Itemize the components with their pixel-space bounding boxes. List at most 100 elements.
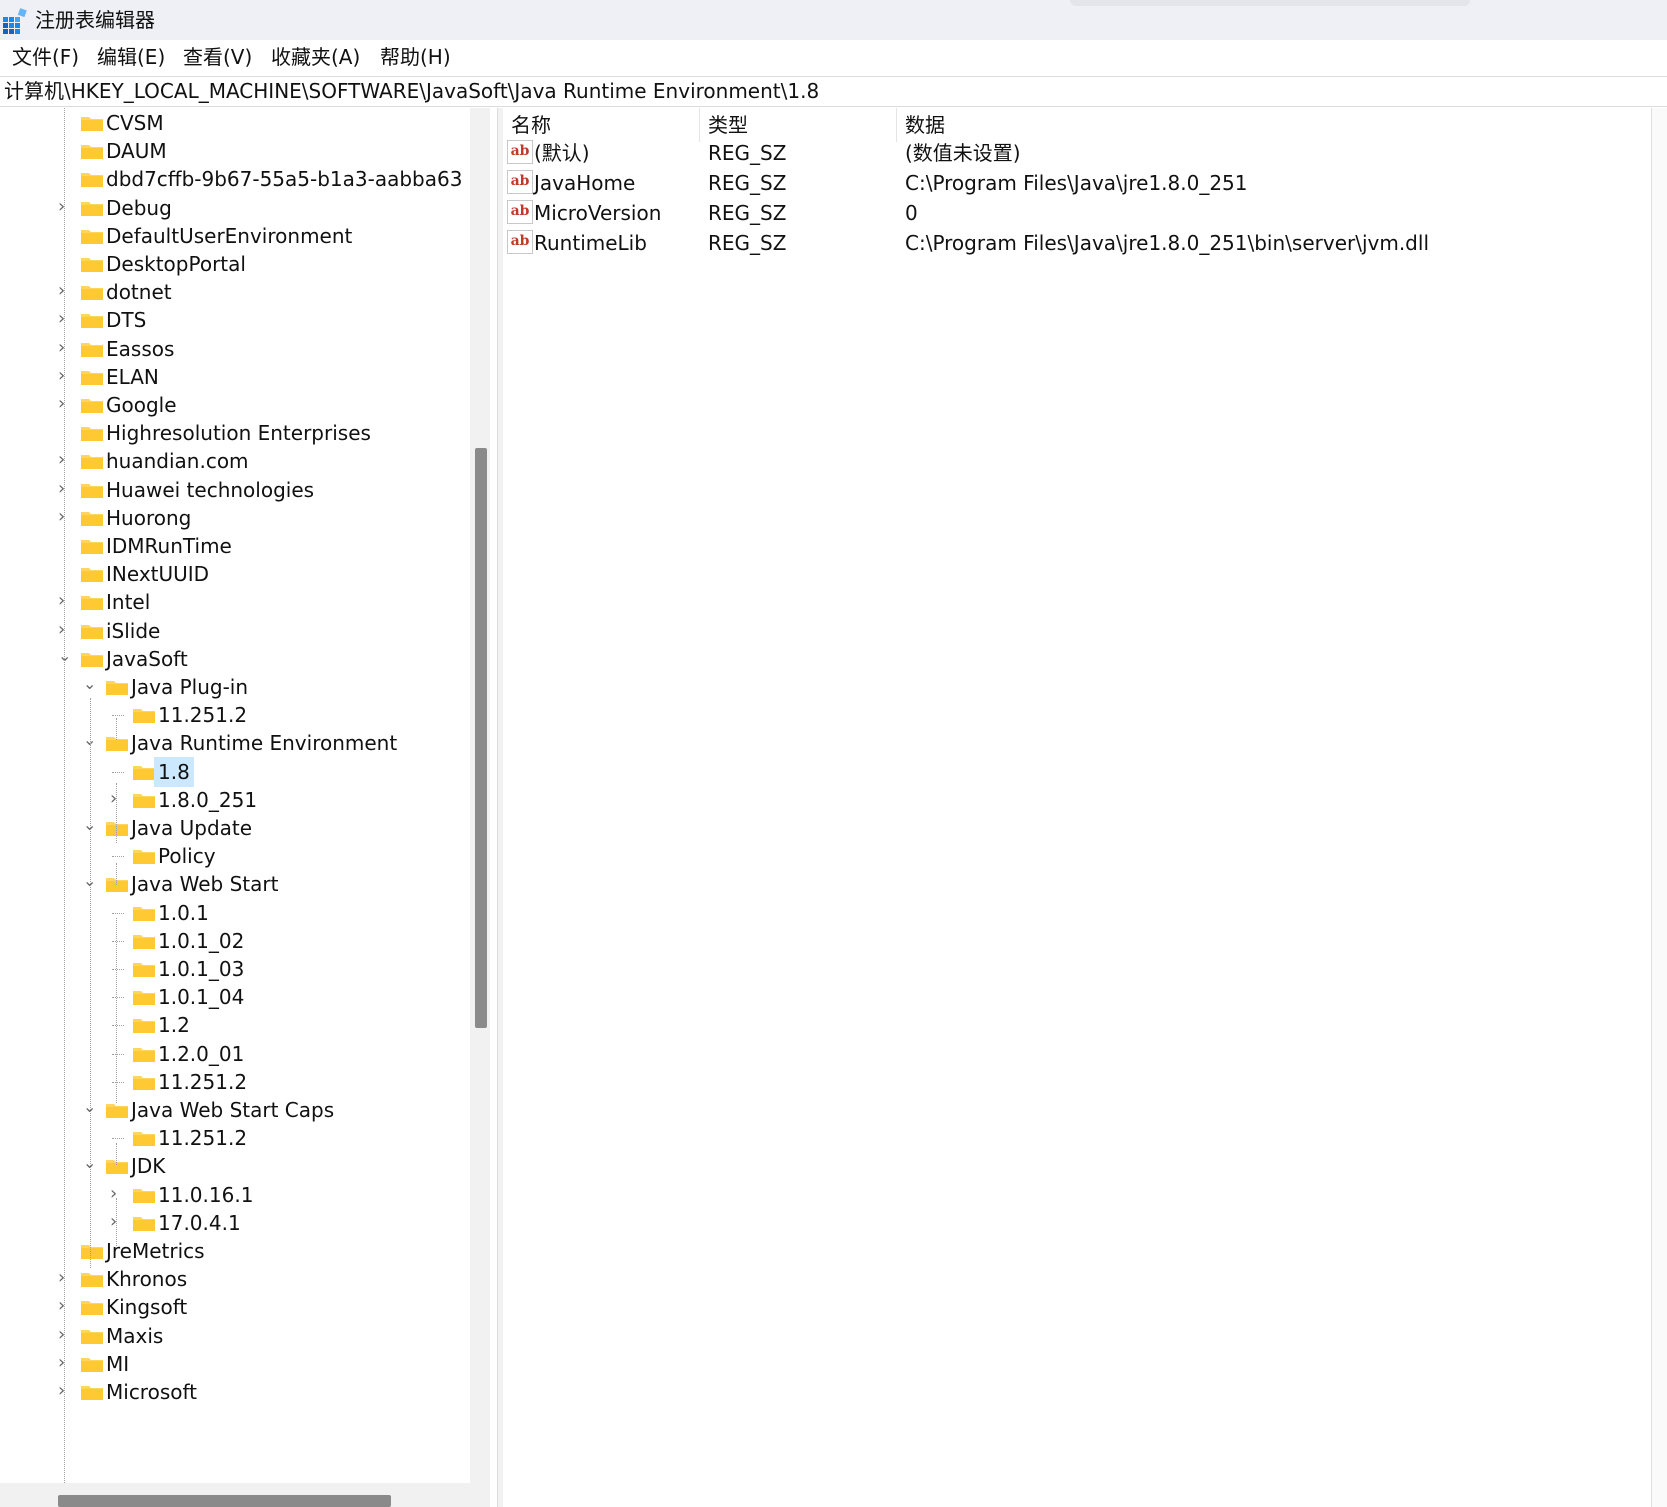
folder-icon bbox=[133, 963, 155, 977]
tree-node[interactable]: › Khronos bbox=[8, 1264, 470, 1294]
value-data: (数值未设置) bbox=[905, 141, 1021, 165]
address-bar[interactable]: 计算机\HKEY_LOCAL_MACHINE\SOFTWARE\JavaSoft… bbox=[0, 76, 1667, 107]
value-row[interactable]: ab JavaHome REG_SZ C:\Program Files\Java\jr… bbox=[503, 168, 1651, 198]
menu-edit[interactable]: 编辑(E) bbox=[97, 44, 165, 70]
tree-node[interactable]: › Intel bbox=[8, 587, 470, 617]
tree-node[interactable]: DAUM bbox=[8, 136, 470, 166]
tree-node[interactable]: › Huawei technologies bbox=[8, 475, 470, 505]
value-type: REG_SZ bbox=[708, 201, 787, 225]
tree-node[interactable]: › MI bbox=[8, 1349, 470, 1379]
tree-vertical-scrollbar[interactable] bbox=[470, 108, 490, 1483]
tree-node[interactable]: 1.0.1_02 bbox=[8, 926, 470, 956]
folder-icon bbox=[133, 1075, 155, 1090]
tree-node[interactable]: CVSM bbox=[8, 108, 470, 138]
key-tree-viewport: CVSM DAUM dbd7cffb-9b67-55a5-b1a3-aabba63 ›… bbox=[8, 108, 470, 1483]
tree-node-label: Java Update bbox=[131, 816, 253, 840]
tree-node[interactable]: 1.0.1 bbox=[8, 898, 470, 928]
folder-icon bbox=[133, 1132, 155, 1147]
column-header-type[interactable]: 类型 bbox=[708, 110, 748, 140]
tree-node[interactable]: ⌄ Java Web Start bbox=[8, 869, 470, 899]
tree-node[interactable]: 1.2.0_01 bbox=[8, 1039, 470, 1069]
folder-icon bbox=[133, 1047, 155, 1062]
folder-icon bbox=[81, 1386, 103, 1400]
tree-node[interactable]: › Huorong bbox=[8, 503, 470, 533]
tree-connector bbox=[116, 863, 117, 885]
column-divider[interactable] bbox=[699, 108, 700, 142]
tree-horizontal-scroll-thumb[interactable] bbox=[58, 1495, 391, 1507]
chevron-down-icon[interactable]: ⌄ bbox=[83, 1097, 96, 1116]
tree-node[interactable]: › Maxis bbox=[8, 1321, 470, 1351]
tree-node-label: JavaSoft bbox=[106, 646, 188, 671]
tree-node[interactable]: 11.251.2 bbox=[8, 1123, 470, 1153]
tree-node[interactable]: 1.0.1_03 bbox=[8, 954, 470, 984]
column-header-data[interactable]: 数据 bbox=[905, 110, 945, 140]
tree-node[interactable]: › 11.0.16.1 bbox=[8, 1180, 470, 1210]
value-name: RuntimeLib bbox=[534, 231, 647, 255]
values-list[interactable]: 名称 类型 数据 ab (默认) REG_SZ (数值未设置) ab JavaHome RE… bbox=[503, 108, 1651, 1507]
tree-connector bbox=[112, 715, 124, 717]
tree-node[interactable]: DefaultUserEnvironment bbox=[8, 221, 470, 251]
tree-node[interactable]: › Kingsoft bbox=[8, 1292, 470, 1322]
menu-favorites[interactable]: 收藏夹(A) bbox=[271, 44, 360, 70]
tree-node[interactable]: ⌄ JDK bbox=[8, 1151, 470, 1181]
tree-connector bbox=[112, 940, 124, 942]
value-row[interactable]: ab RuntimeLib REG_SZ C:\Program Files\Java\… bbox=[503, 228, 1651, 258]
column-divider[interactable] bbox=[896, 108, 897, 142]
tree-node[interactable]: › 1.8.0_251 bbox=[8, 785, 470, 815]
string-value-icon: ab bbox=[507, 230, 533, 254]
tree-node[interactable]: ⌄ Java Update bbox=[8, 813, 470, 843]
tree-node[interactable]: INextUUID bbox=[8, 559, 470, 589]
folder-icon bbox=[81, 568, 103, 583]
tree-node[interactable]: › ELAN bbox=[8, 362, 470, 392]
tree-node[interactable]: 1.8 bbox=[8, 756, 470, 787]
folder-icon bbox=[81, 1245, 103, 1259]
tree-node[interactable]: ⌄ JavaSoft bbox=[8, 644, 470, 674]
menu-file[interactable]: 文件(F) bbox=[12, 44, 79, 70]
menu-view[interactable]: 查看(V) bbox=[183, 44, 252, 70]
tree-node[interactable]: › 17.0.4.1 bbox=[8, 1208, 470, 1238]
value-row[interactable]: ab MicroVersion REG_SZ 0 bbox=[503, 198, 1651, 228]
tree-node[interactable]: IDMRunTime bbox=[8, 531, 470, 561]
list-vertical-scrollbar[interactable] bbox=[1651, 108, 1667, 1507]
chevron-down-icon[interactable]: ⌄ bbox=[83, 871, 96, 890]
tree-node[interactable]: DesktopPortal bbox=[8, 249, 470, 279]
value-row[interactable]: ab (默认) REG_SZ (数值未设置) bbox=[503, 138, 1651, 168]
chevron-down-icon[interactable]: ⌄ bbox=[83, 1153, 96, 1172]
tree-node[interactable]: › DTS bbox=[8, 305, 470, 335]
tree-node[interactable]: 11.251.2 bbox=[8, 700, 470, 730]
folder-icon bbox=[81, 483, 103, 498]
column-header-name[interactable]: 名称 bbox=[511, 110, 551, 140]
tree-connector bbox=[112, 1138, 124, 1140]
tree-node[interactable]: › Microsoft bbox=[8, 1377, 470, 1407]
key-tree[interactable]: CVSM DAUM dbd7cffb-9b67-55a5-b1a3-aabba63 ›… bbox=[0, 108, 500, 1507]
tree-node[interactable]: › Eassos bbox=[8, 334, 470, 364]
tree-node[interactable]: › Debug bbox=[8, 193, 470, 223]
tree-node[interactable]: JreMetrics bbox=[8, 1236, 470, 1266]
chevron-down-icon[interactable]: ⌄ bbox=[83, 674, 96, 693]
folder-icon bbox=[81, 286, 103, 301]
tree-node[interactable]: › huandian.com bbox=[8, 446, 470, 476]
tree-node-label: Java Web Start bbox=[131, 872, 279, 897]
chevron-down-icon[interactable]: ⌄ bbox=[83, 815, 96, 834]
tree-horizontal-scrollbar[interactable] bbox=[0, 1483, 490, 1507]
tree-node[interactable]: › iSlide bbox=[8, 616, 470, 646]
tree-node[interactable]: 1.0.1_04 bbox=[8, 982, 470, 1012]
tree-node[interactable]: › dotnet bbox=[8, 277, 470, 307]
tree-vertical-scroll-thumb[interactable] bbox=[475, 448, 487, 1028]
folder-icon bbox=[81, 314, 103, 329]
tree-node[interactable]: ⌄ Java Plug-in bbox=[8, 672, 470, 702]
tree-node[interactable]: ⌄ Java Runtime Environment bbox=[8, 728, 470, 758]
tree-node[interactable]: dbd7cffb-9b67-55a5-b1a3-aabba63 bbox=[8, 164, 470, 194]
chevron-right-icon[interactable]: › bbox=[110, 1183, 122, 1204]
tree-node[interactable]: › Google bbox=[8, 390, 470, 420]
tree-node[interactable]: 11.251.2 bbox=[8, 1067, 470, 1097]
tree-node[interactable]: ⌄ Java Web Start Caps bbox=[8, 1095, 470, 1125]
folder-icon bbox=[81, 1357, 103, 1372]
tree-node[interactable]: 1.2 bbox=[8, 1010, 470, 1040]
address-path[interactable]: 计算机\HKEY_LOCAL_MACHINE\SOFTWARE\JavaSoft… bbox=[4, 77, 819, 106]
folder-icon bbox=[81, 229, 103, 244]
menu-help[interactable]: 帮助(H) bbox=[380, 44, 451, 70]
tree-node[interactable]: Policy bbox=[8, 841, 470, 871]
tree-node[interactable]: Highresolution Enterprises bbox=[8, 418, 470, 448]
chevron-down-icon[interactable]: ⌄ bbox=[83, 730, 96, 749]
